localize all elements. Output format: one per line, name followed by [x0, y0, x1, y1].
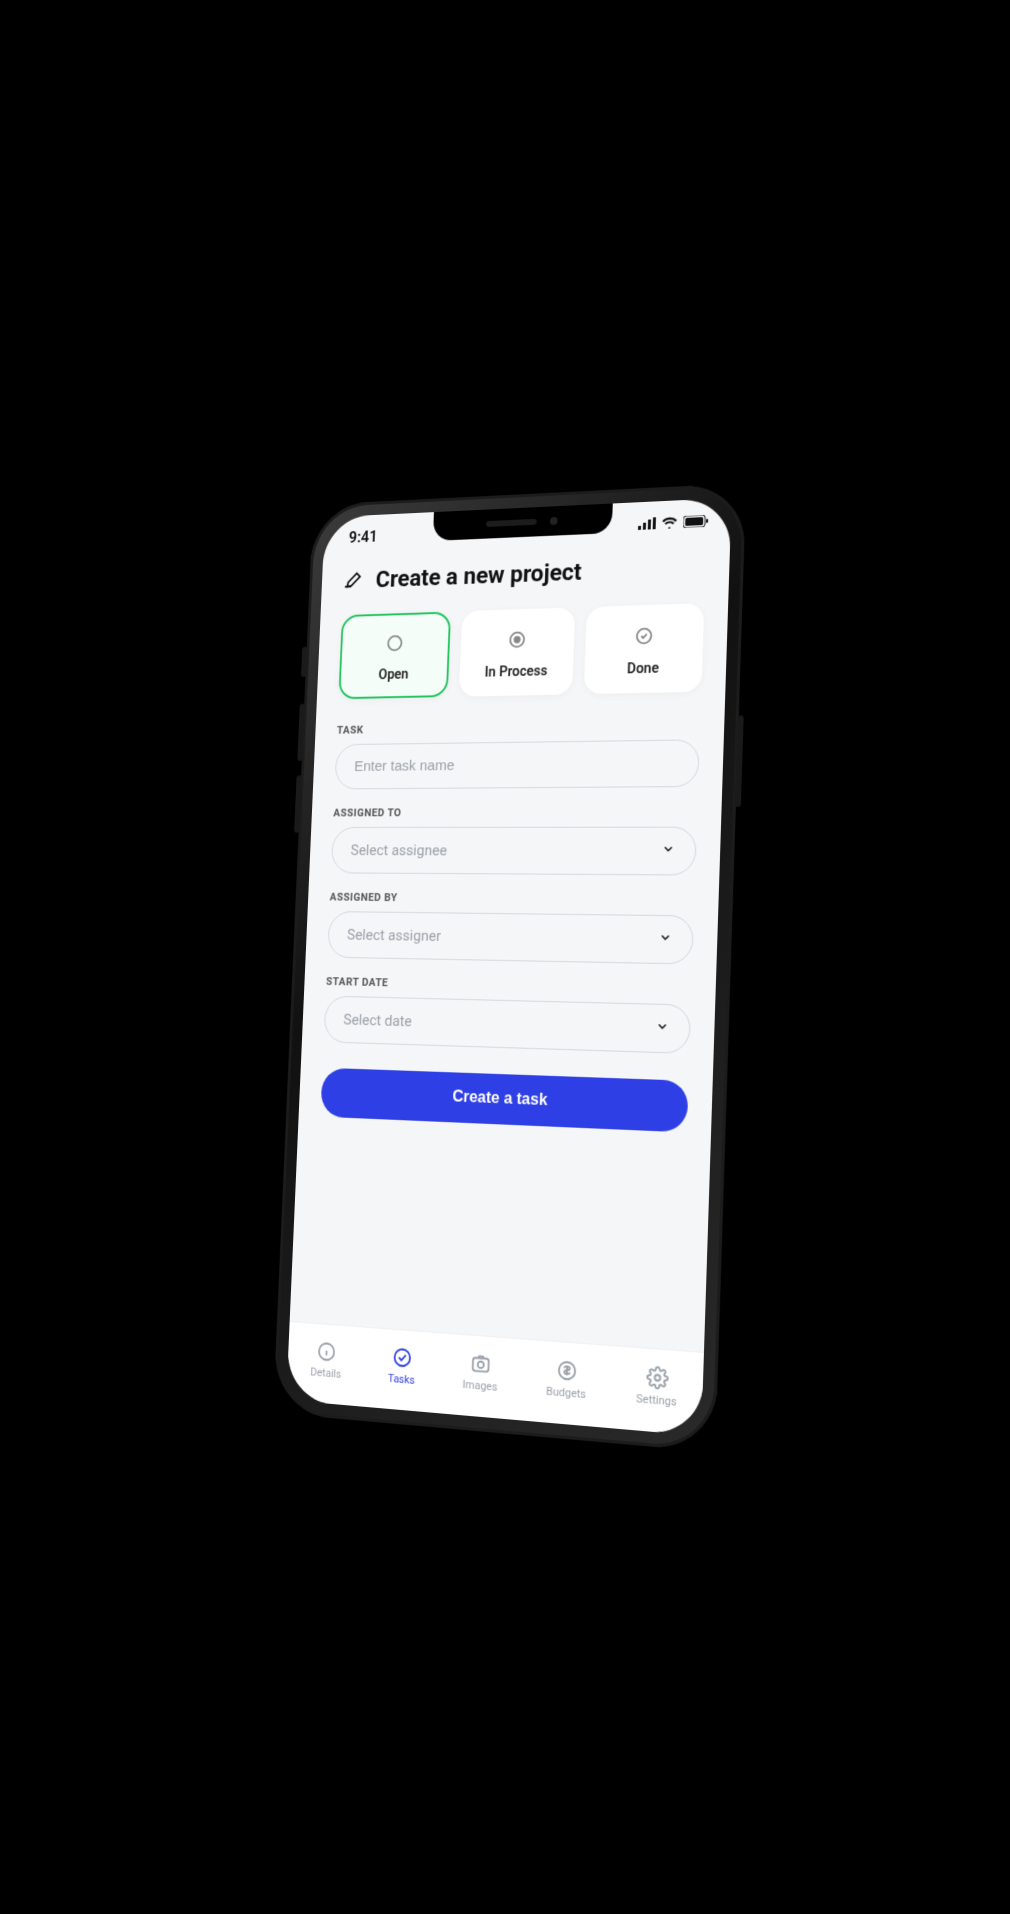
assigned-to-select[interactable]: Select assignee: [331, 827, 697, 876]
tab-label: Settings: [636, 1392, 677, 1409]
tab-label: Budgets: [546, 1385, 586, 1402]
status-card-done[interactable]: Done: [584, 603, 705, 694]
create-task-button[interactable]: Create a task: [320, 1068, 688, 1133]
status-card-open[interactable]: Open: [338, 612, 451, 700]
task-label: TASK: [337, 718, 701, 737]
tab-label: Images: [462, 1378, 497, 1394]
wifi-icon: [661, 513, 677, 533]
tab-budgets[interactable]: Budgets: [546, 1358, 587, 1401]
status-card-label: In Process: [484, 663, 547, 680]
assigned-to-placeholder: Select assignee: [350, 841, 447, 859]
circle-check-icon: [633, 625, 655, 652]
task-name-input[interactable]: [354, 755, 679, 775]
start-date-label: START DATE: [326, 975, 692, 996]
assigned-to-label: ASSIGNED TO: [333, 805, 698, 819]
tab-label: Details: [310, 1365, 341, 1380]
chevron-down-icon: [658, 930, 673, 949]
assigned-by-placeholder: Select assigner: [347, 926, 441, 945]
status-card-label: Open: [378, 667, 409, 683]
tab-tasks[interactable]: Tasks: [388, 1346, 417, 1387]
start-date-select[interactable]: Select date: [323, 996, 691, 1054]
status-card-label: Done: [627, 661, 659, 678]
tab-images[interactable]: Images: [462, 1351, 498, 1394]
signal-icon: [638, 514, 656, 534]
screen: 9:41: [286, 498, 732, 1436]
assigned-by-label: ASSIGNED BY: [329, 891, 694, 907]
task-status-group: Open In Process Done: [338, 603, 704, 699]
phone-mockup: 9:41: [273, 483, 746, 1452]
start-date-placeholder: Select date: [343, 1011, 412, 1031]
assigned-by-select[interactable]: Select assigner: [327, 911, 694, 964]
circle-empty-icon: [384, 632, 405, 658]
chevron-down-icon: [655, 1019, 670, 1038]
tab-settings[interactable]: Settings: [636, 1365, 678, 1409]
tab-label: Tasks: [388, 1372, 416, 1387]
battery-icon: [683, 511, 709, 531]
circle-dot-icon: [506, 629, 528, 655]
status-time: 9:41: [348, 527, 377, 546]
chevron-down-icon: [661, 842, 676, 860]
